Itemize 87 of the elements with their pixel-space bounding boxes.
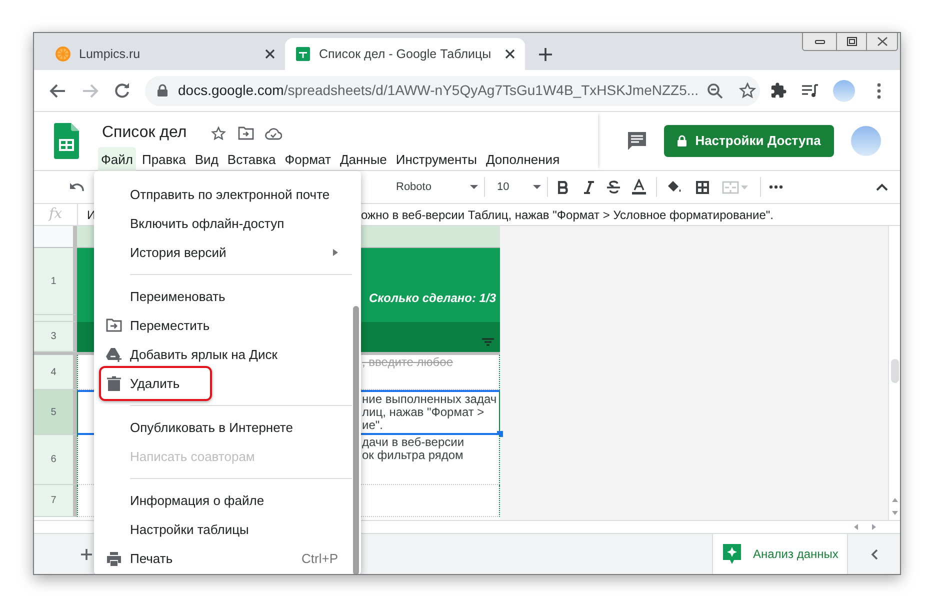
browser-tab[interactable]: Список дел - Google Таблицы	[285, 38, 525, 70]
address-bar[interactable]: docs.google.com/spreadsheets/d/1AWW-nY5QyAg7TsGu1W4B_TxHSKJmeNZZ5...	[145, 76, 760, 106]
row-header[interactable]: 6	[34, 435, 77, 485]
scroll-right-icon[interactable]	[872, 524, 876, 530]
row-header[interactable]: 4	[34, 355, 77, 390]
more-icon[interactable]	[769, 185, 783, 189]
merge-cells-icon[interactable]	[722, 180, 748, 194]
folder-move-icon	[106, 318, 122, 334]
borders-icon[interactable]	[696, 180, 709, 194]
close-icon[interactable]	[505, 49, 515, 59]
caret-icon	[470, 185, 478, 189]
explore-button[interactable]: Анализ данных	[712, 534, 848, 574]
menu-item[interactable]: Настройки таблицы	[106, 515, 338, 544]
scrollbar-thumb[interactable]	[890, 359, 898, 383]
cloud-check-icon[interactable]	[264, 126, 282, 140]
menu-item[interactable]: Отправить по электронной почте	[106, 180, 338, 209]
lock-icon	[677, 135, 688, 147]
share-button[interactable]: Настройки Доступа	[664, 125, 834, 157]
explore-icon	[723, 544, 741, 564]
browser-tab[interactable]: Lumpics.ru	[45, 38, 285, 70]
italic-icon[interactable]	[583, 180, 595, 194]
menu-bar-item[interactable]: Дополнения	[482, 147, 563, 172]
menu-item[interactable]: Переименовать	[106, 282, 338, 311]
menu-bar-item[interactable]: Правка	[138, 147, 189, 172]
menu-bar-item[interactable]: Формат	[282, 147, 334, 172]
menu-bar-item[interactable]: Инструменты	[392, 147, 480, 172]
minimize-icon	[814, 40, 824, 44]
lock-icon	[157, 84, 168, 97]
scroll-down-icon[interactable]	[892, 511, 898, 515]
cell-text: ние выполненных задач лиц, нажав "Формат > ие".	[362, 393, 498, 432]
row-header[interactable]: 3	[34, 322, 77, 352]
menu-item[interactable]: Информация о файле	[106, 486, 338, 515]
font-dropdown[interactable]: Roboto	[388, 178, 484, 196]
menu-item[interactable]: Включить офлайн-доступ	[106, 209, 338, 238]
menu-bar-item[interactable]: Вид	[192, 147, 222, 172]
fx-label: fx	[34, 204, 78, 225]
comment-icon[interactable]	[627, 131, 647, 151]
star-icon[interactable]	[210, 126, 226, 140]
printer-icon	[106, 550, 122, 566]
row-header[interactable]: 7	[34, 485, 77, 517]
cell-text: дачи в веб-версии ок фильтра рядом	[362, 436, 466, 462]
menu-item[interactable]: Печать Ctrl+P	[106, 544, 338, 573]
close-icon[interactable]	[265, 49, 275, 59]
scrollbar-thumb[interactable]	[353, 306, 359, 574]
chevron-left-icon[interactable]	[870, 548, 878, 560]
bold-icon[interactable]	[558, 180, 570, 194]
url-text: docs.google.com/spreadsheets/d/1AWW-nY5QyAg7TsGu1W4B_TxHSKJmeNZZ5...	[178, 81, 699, 100]
zoom-out-icon[interactable]	[706, 82, 723, 98]
menu-item[interactable]: Переместить	[106, 311, 338, 340]
new-tab-icon[interactable]	[539, 48, 552, 60]
filter-icon[interactable]	[482, 338, 494, 346]
scroll-left-icon[interactable]	[854, 524, 858, 530]
sheets-icon	[295, 46, 311, 62]
citrus-slice-icon	[55, 46, 71, 62]
trash-icon	[106, 376, 122, 392]
text-color-icon[interactable]	[632, 179, 646, 195]
cell-text: , введите любое	[362, 356, 454, 369]
cell-text: Сколько сделано: 1/3	[368, 290, 496, 307]
menu-item[interactable]: Опубликовать в Интернете	[106, 413, 338, 442]
playlist-icon[interactable]	[801, 82, 819, 98]
scroll-up-icon[interactable]	[892, 498, 898, 502]
row-header[interactable]: 1	[34, 248, 77, 315]
strikethrough-icon[interactable]	[607, 180, 620, 194]
row-header[interactable]: 5	[34, 390, 77, 435]
font-size-dropdown[interactable]: 10	[485, 178, 547, 196]
document-title[interactable]: Список дел	[102, 121, 187, 145]
puzzle-icon[interactable]	[770, 82, 787, 99]
menu-bar-item[interactable]: Данные	[336, 147, 390, 172]
star-icon[interactable]	[738, 82, 756, 99]
chevron-up-icon[interactable]	[876, 183, 888, 191]
menu-item[interactable]: История версий	[106, 238, 338, 267]
undo-icon[interactable]	[69, 182, 84, 192]
menu-bar-item[interactable]: Файл	[98, 147, 136, 172]
caret-icon	[533, 185, 541, 189]
restore-icon	[846, 37, 856, 46]
more-icon[interactable]	[877, 82, 881, 98]
paint-bucket-icon[interactable]	[667, 180, 682, 194]
formula-text[interactable]: ожно в веб-версии Таблиц, нажав "Формат > Условное форматирование".	[361, 206, 774, 224]
add-sheet-icon[interactable]	[81, 548, 92, 560]
folder-move-icon[interactable]	[238, 126, 254, 140]
menu-bar-item[interactable]: Вставка	[224, 147, 279, 172]
menu-item[interactable]: Добавить ярлык на Диск	[106, 340, 338, 369]
sheets-logo[interactable]	[54, 123, 78, 159]
reload-icon[interactable]	[112, 80, 132, 100]
close-icon	[876, 37, 888, 46]
drive-shortcut-icon	[106, 346, 122, 362]
menu-item[interactable]: Удалить	[106, 369, 338, 398]
